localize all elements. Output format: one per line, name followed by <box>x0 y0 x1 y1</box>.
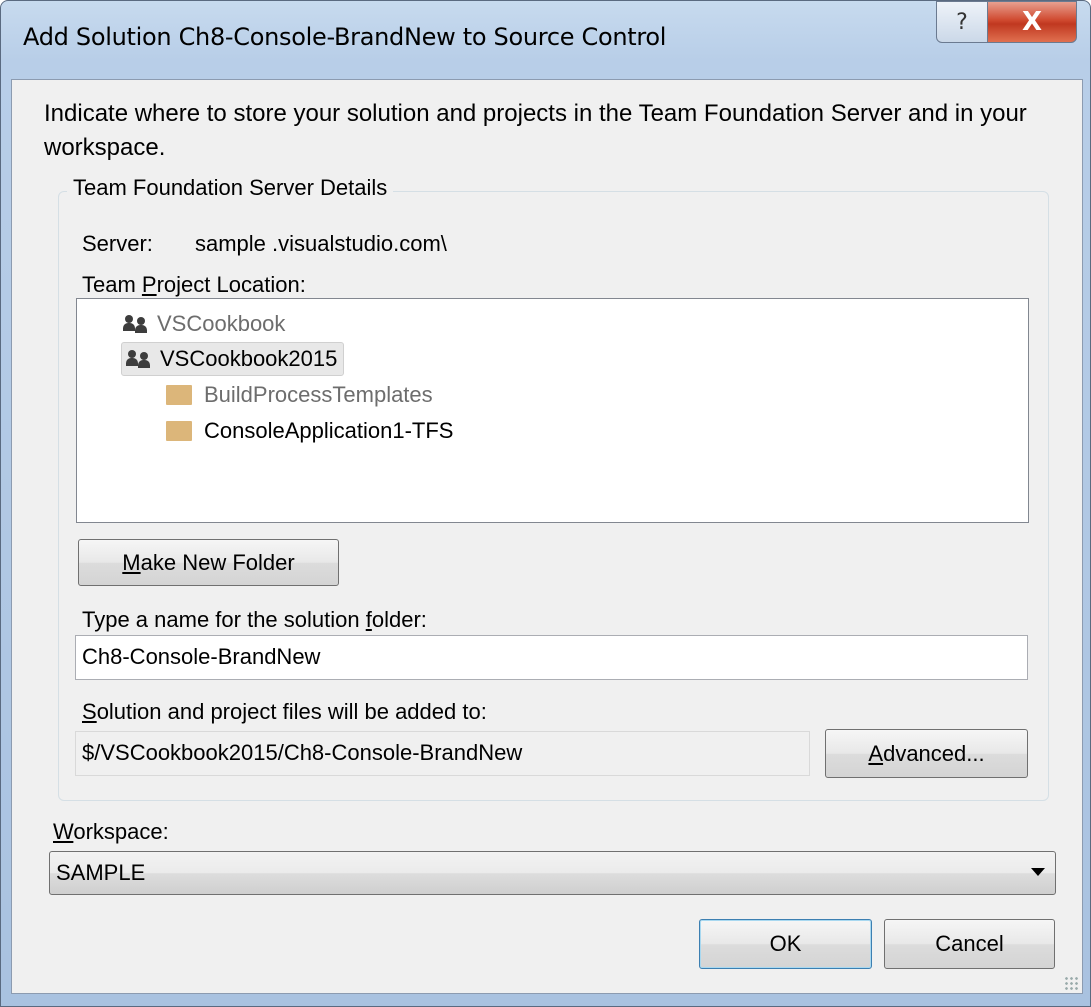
cancel-button[interactable]: Cancel <box>884 919 1055 969</box>
accelerator-key: S <box>82 699 97 724</box>
button-label: Cancel <box>935 931 1004 956</box>
accelerator-key: A <box>868 740 884 766</box>
group-legend: Team Foundation Server Details <box>67 175 394 201</box>
added-to-label: Solution and project files will be added… <box>82 699 487 725</box>
tree-item-label: VSCookbook2015 <box>160 346 338 371</box>
workspace-dropdown[interactable]: SAMPLE <box>49 851 1056 895</box>
solution-folder-label: Type a name for the solution folder: <box>82 607 427 633</box>
label-part: roject Location: <box>156 272 306 297</box>
button-label: dvanced... <box>883 740 985 766</box>
accelerator-key: P <box>141 272 157 297</box>
tree-item-label: ConsoleApplication1-TFS <box>204 418 454 443</box>
ok-button[interactable]: OK <box>699 919 872 969</box>
label-part: older: <box>371 607 427 632</box>
close-button[interactable]: X <box>987 1 1077 43</box>
tree-item-vscookbook2015[interactable]: VSCookbook2015 <box>121 342 345 376</box>
server-label: Server: <box>82 231 153 256</box>
advanced-button[interactable]: Advanced... <box>825 729 1028 778</box>
team-project-icon <box>123 313 149 335</box>
help-icon: ? <box>956 9 968 35</box>
solution-folder-input[interactable]: Ch8-Console-BrandNew <box>75 635 1028 680</box>
accelerator-key: M <box>122 549 141 575</box>
tree-item-buildprocesstemplates[interactable]: BuildProcessTemplates <box>166 379 433 411</box>
chevron-down-icon[interactable] <box>1031 868 1045 876</box>
intro-text: Indicate where to store your solution an… <box>44 100 1027 161</box>
label-part: Team <box>82 272 142 297</box>
workspace-selected-value: SAMPLE <box>56 860 146 885</box>
server-path-field: $/VSCookbook2015/Ch8-Console-BrandNew <box>75 731 810 776</box>
tree-item-label: VSCookbook <box>157 311 286 336</box>
window-title: Add Solution Ch8-Console-BrandNew to Sou… <box>23 23 667 51</box>
server-value: sample .visualstudio.com\ <box>195 231 447 256</box>
help-button[interactable]: ? <box>936 1 988 43</box>
button-label: OK <box>769 931 802 956</box>
resize-grip-icon[interactable] <box>1064 976 1078 990</box>
make-new-folder-button[interactable]: Make New Folder <box>78 539 339 586</box>
label-part: Type a name for the solution <box>82 607 366 632</box>
label-part: olution and project files will be added … <box>96 699 487 724</box>
tree-item-vscookbook[interactable]: VSCookbook <box>123 308 285 340</box>
accelerator-key: W <box>53 819 74 844</box>
label-part: orkspace: <box>73 819 169 844</box>
dialog-window: Add Solution Ch8-Console-BrandNew to Sou… <box>0 0 1091 1007</box>
folder-icon <box>166 421 192 441</box>
team-project-location-label: Team Project Location: <box>82 272 306 298</box>
close-icon: X <box>1021 7 1043 37</box>
tree-item-consoleapplication1-tfs[interactable]: ConsoleApplication1-TFS <box>166 415 453 447</box>
folder-icon <box>166 385 192 405</box>
workspace-label: Workspace: <box>53 819 169 845</box>
team-project-icon <box>126 348 152 370</box>
title-bar[interactable]: Add Solution Ch8-Console-BrandNew to Sou… <box>1 1 1090 79</box>
team-project-tree[interactable]: VSCookbook VSCookbook2015 BuildProcessTe… <box>76 298 1029 523</box>
button-label: ake New Folder <box>140 549 295 575</box>
tree-item-label: BuildProcessTemplates <box>204 382 433 407</box>
